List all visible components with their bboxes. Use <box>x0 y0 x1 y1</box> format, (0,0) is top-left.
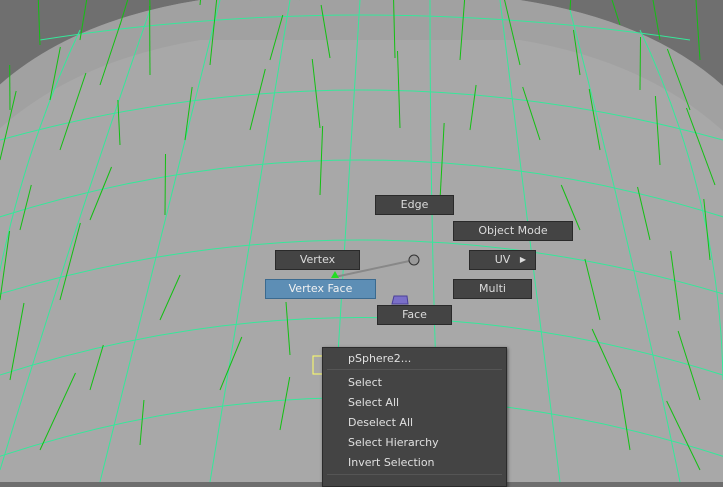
context-menu-header[interactable]: pSphere2... <box>348 352 411 365</box>
multi-button[interactable]: Multi <box>453 279 532 299</box>
context-menu: pSphere2... Select Select All Deselect A… <box>322 347 507 487</box>
edge-button[interactable]: Edge <box>375 195 454 215</box>
menu-item-select-all[interactable]: Select All <box>348 396 399 409</box>
vertex-normal-line <box>640 37 641 90</box>
object-mode-button[interactable]: Object Mode <box>453 221 573 241</box>
uv-button[interactable]: UV ▶ <box>469 250 536 270</box>
vertex-button[interactable]: Vertex <box>275 250 360 270</box>
face-button[interactable]: Face <box>377 305 452 325</box>
menu-item-select[interactable]: Select <box>348 376 382 389</box>
menu-separator <box>327 369 502 370</box>
vertex-face-icon <box>392 296 408 304</box>
menu-item-deselect-all[interactable]: Deselect All <box>348 416 413 429</box>
uv-label: UV <box>495 253 511 266</box>
menu-item-invert-selection[interactable]: Invert Selection <box>348 456 435 469</box>
menu-item-select-hierarchy[interactable]: Select Hierarchy <box>348 436 439 449</box>
vertex-normal-line <box>165 154 166 215</box>
submenu-arrow-icon: ▶ <box>520 251 526 269</box>
menu-separator <box>327 474 502 475</box>
vertex-face-button[interactable]: Vertex Face <box>265 279 376 299</box>
marking-menu-cursor-handle[interactable] <box>409 255 419 265</box>
